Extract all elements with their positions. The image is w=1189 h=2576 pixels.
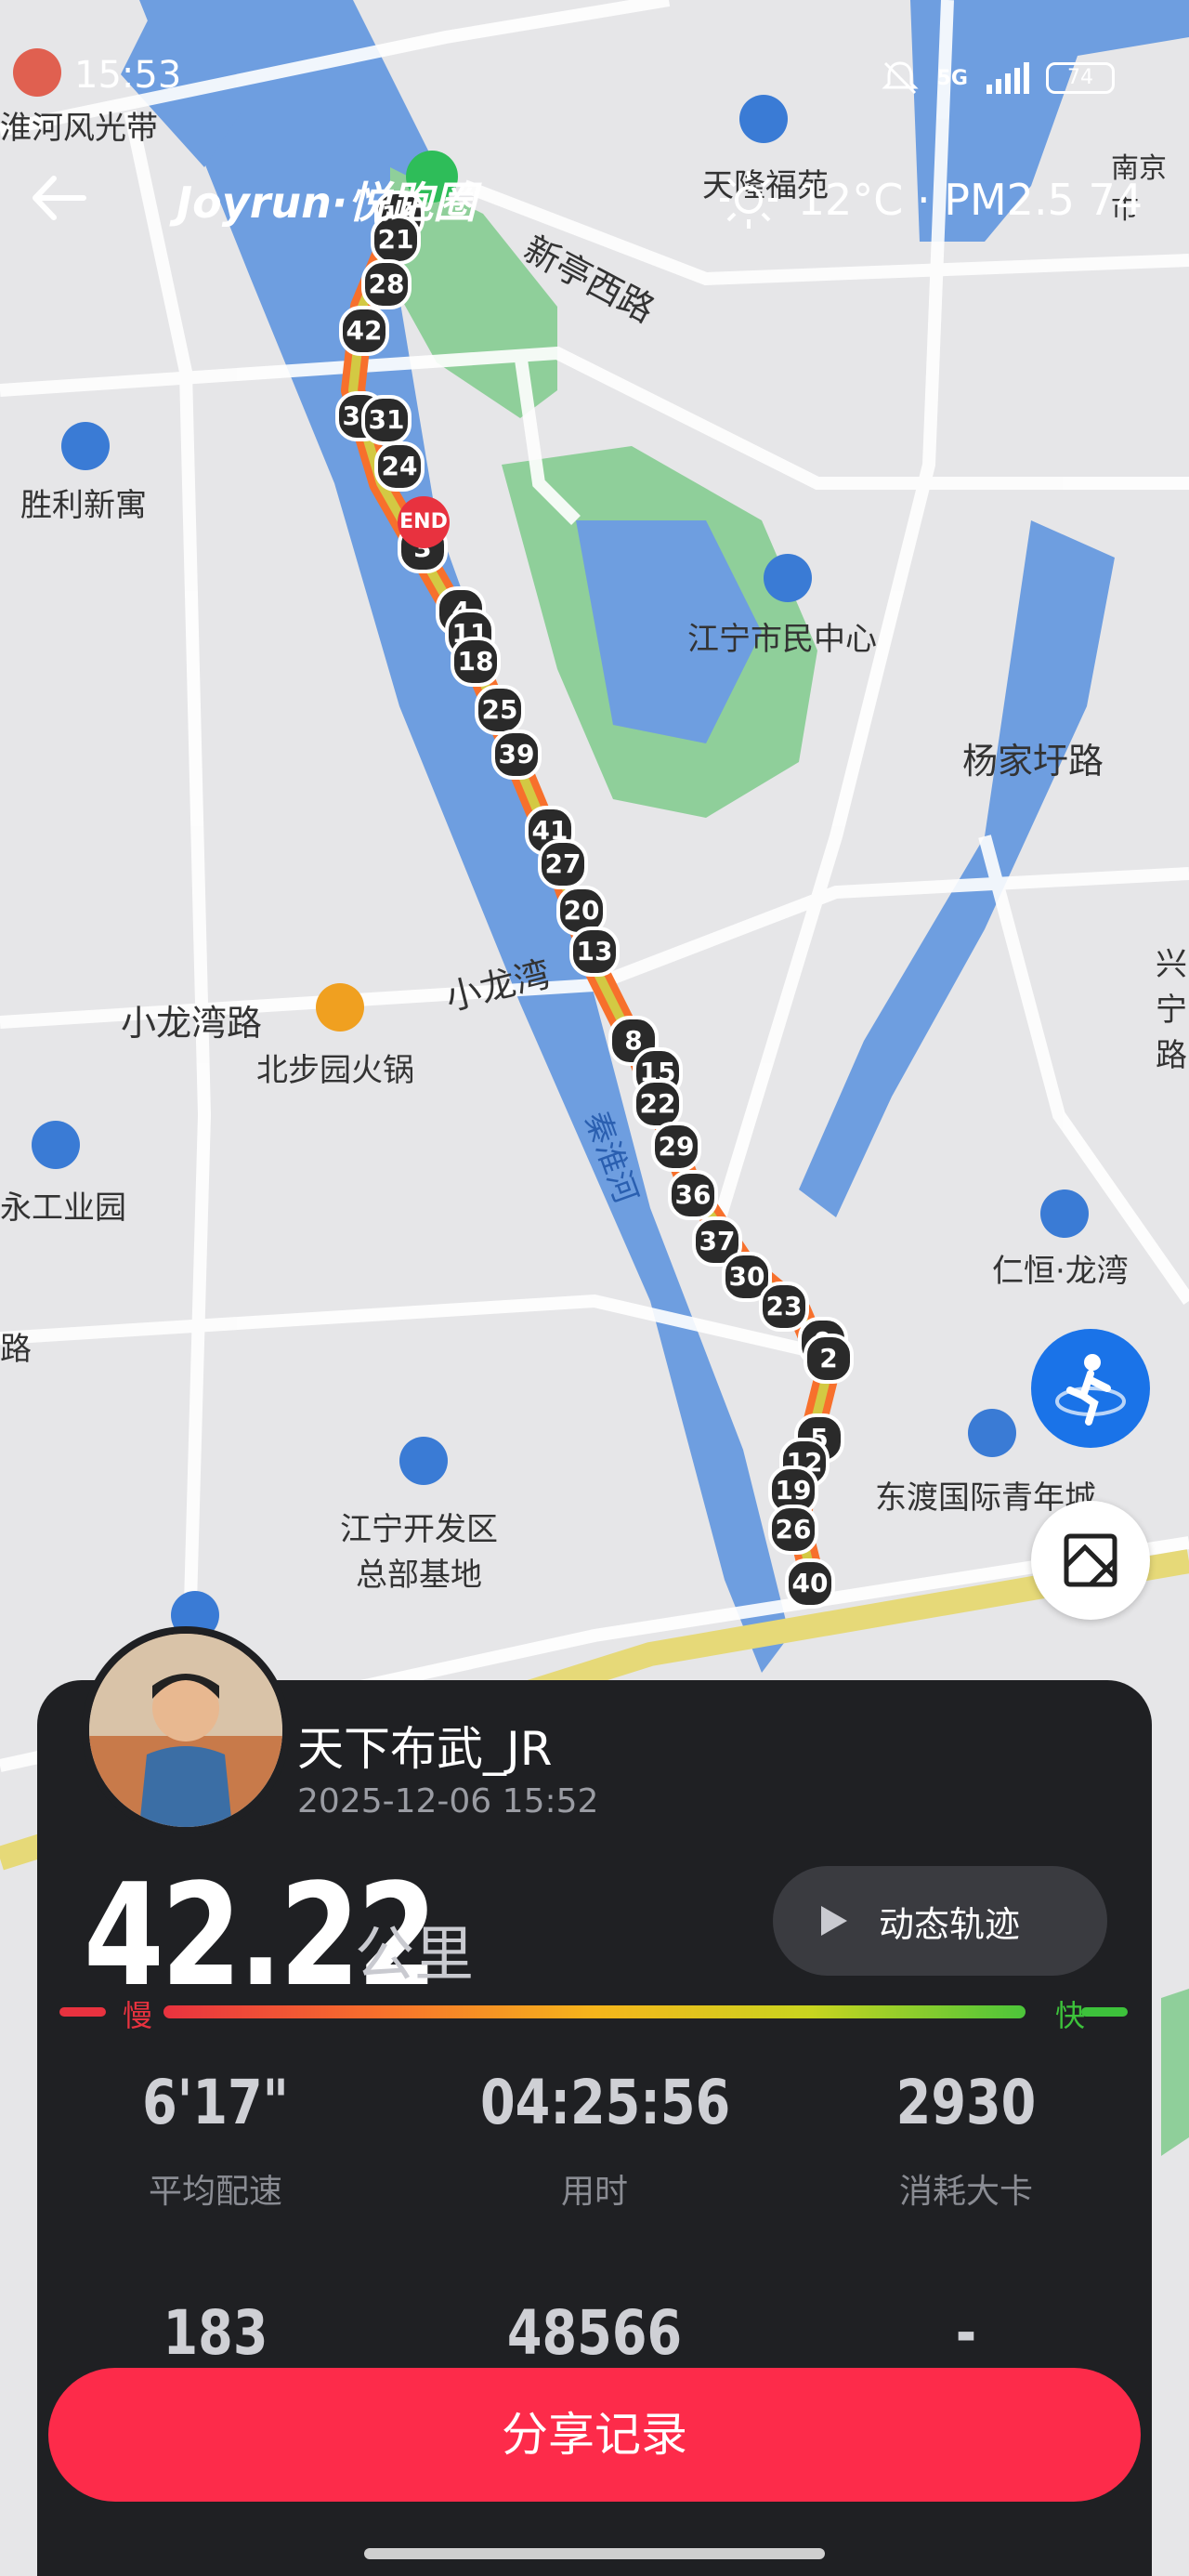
brand-logo: Joyrun·悦跑圈 — [176, 177, 477, 228]
km-marker: 29 — [651, 1122, 701, 1172]
share-record-button[interactable]: 分享记录 — [48, 2368, 1141, 2502]
replay-track-label: 动态轨迹 — [879, 1903, 1021, 1945]
stat-cadence-value: 183 — [163, 2297, 268, 2369]
network-label: 5G — [936, 66, 968, 90]
pace-legend: 慢 快 — [59, 1994, 1128, 2033]
pace-slow-bar — [59, 2007, 106, 2017]
weather-info: 12°C · PM2.5 74 — [716, 167, 1143, 232]
km-marker: 24 — [374, 441, 425, 492]
stat-steps: 48566 — [455, 2297, 734, 2369]
poi-dev-zone: 江宁开发区 总部基地 — [340, 1511, 498, 1594]
weather-text: 12°C · PM2.5 74 — [797, 175, 1143, 225]
stat-steps-value: 48566 — [506, 2297, 683, 2369]
username: 天下布武_JR — [297, 1722, 553, 1776]
mute-icon — [882, 61, 919, 95]
km-marker: 31 — [361, 395, 412, 445]
pace-fast-bar — [1081, 2007, 1128, 2017]
poi-shengli: 胜利新寓 — [20, 487, 147, 524]
km-marker: 18 — [451, 637, 501, 687]
km-marker: 26 — [768, 1505, 818, 1555]
km-marker: 40 — [785, 1558, 835, 1609]
record-datetime: 2025-12-06 15:52 — [297, 1782, 599, 1820]
runner-icon — [1055, 1354, 1126, 1426]
stat-calories: 2930 消耗大卡 — [827, 2067, 1105, 2213]
stat-other: - — [827, 2297, 1105, 2369]
home-indicator[interactable] — [364, 2548, 825, 2559]
status-time: 15:53 — [74, 54, 182, 97]
poi-civic-center: 江宁市民中心 — [687, 621, 877, 658]
km-marker: 2 — [804, 1334, 854, 1384]
end-flag: END — [398, 496, 450, 548]
road-xiaolongwan: 小龙湾路 — [121, 1003, 263, 1044]
stat-calories-value: 2930 — [895, 2067, 1037, 2138]
road-lu: 路 — [0, 1331, 32, 1368]
top-bar: Joyrun·悦跑圈 12°C · PM2.5 74 — [0, 149, 1189, 232]
km-marker: 27 — [538, 839, 588, 889]
map-layer-button[interactable] — [1031, 1501, 1150, 1620]
poi-hotpot: 北步园火锅 — [256, 1052, 414, 1089]
signal-icon — [986, 62, 1029, 94]
stat-calories-label: 消耗大卡 — [898, 2173, 1033, 2211]
status-icons: 5G 74 — [880, 58, 1115, 99]
stat-pace-label: 平均配速 — [148, 2173, 282, 2211]
distance-unit: 公里 — [355, 1921, 474, 1990]
replay-track-button[interactable]: 动态轨迹 — [773, 1866, 1107, 1976]
road-yangjiayu: 杨家圩路 — [962, 741, 1104, 782]
km-marker: 28 — [361, 259, 412, 309]
road-xing: 兴宁路 — [1156, 946, 1187, 1074]
avatar[interactable] — [82, 1626, 290, 1834]
stat-duration-value: 04:25:56 — [480, 2067, 731, 2138]
pace-fast-label: 快 — [1055, 1998, 1086, 2033]
stat-cadence: 183 — [76, 2297, 355, 2369]
pace-gradient — [163, 2005, 1026, 2018]
km-marker: 39 — [491, 729, 542, 780]
stat-duration-label: 用时 — [560, 2173, 628, 2211]
pace-slow-label: 慢 — [123, 1998, 153, 2033]
status-bar: 15:53 5G 74 — [0, 45, 1189, 110]
sun-icon — [719, 171, 777, 229]
layers-icon — [1064, 1533, 1117, 1587]
km-marker: 36 — [668, 1170, 718, 1220]
stat-duration: 04:25:56 用时 — [455, 2067, 734, 2213]
stat-pace-value: 6'17" — [142, 2067, 289, 2138]
back-arrow-icon[interactable] — [26, 165, 91, 230]
km-marker: 13 — [569, 927, 620, 977]
battery-indicator: 74 — [1046, 62, 1115, 94]
run-mode-button[interactable] — [1031, 1329, 1150, 1448]
stat-pace: 6'17" 平均配速 — [76, 2067, 355, 2213]
poi-industrial: 永工业园 — [0, 1189, 126, 1227]
km-marker: 25 — [475, 685, 525, 735]
poi-renheng: 仁恒·龙湾 — [992, 1253, 1129, 1290]
avatar-photo — [89, 1634, 282, 1827]
play-icon — [821, 1906, 847, 1936]
km-marker: 42 — [339, 306, 389, 356]
stat-other-value: - — [955, 2297, 977, 2369]
